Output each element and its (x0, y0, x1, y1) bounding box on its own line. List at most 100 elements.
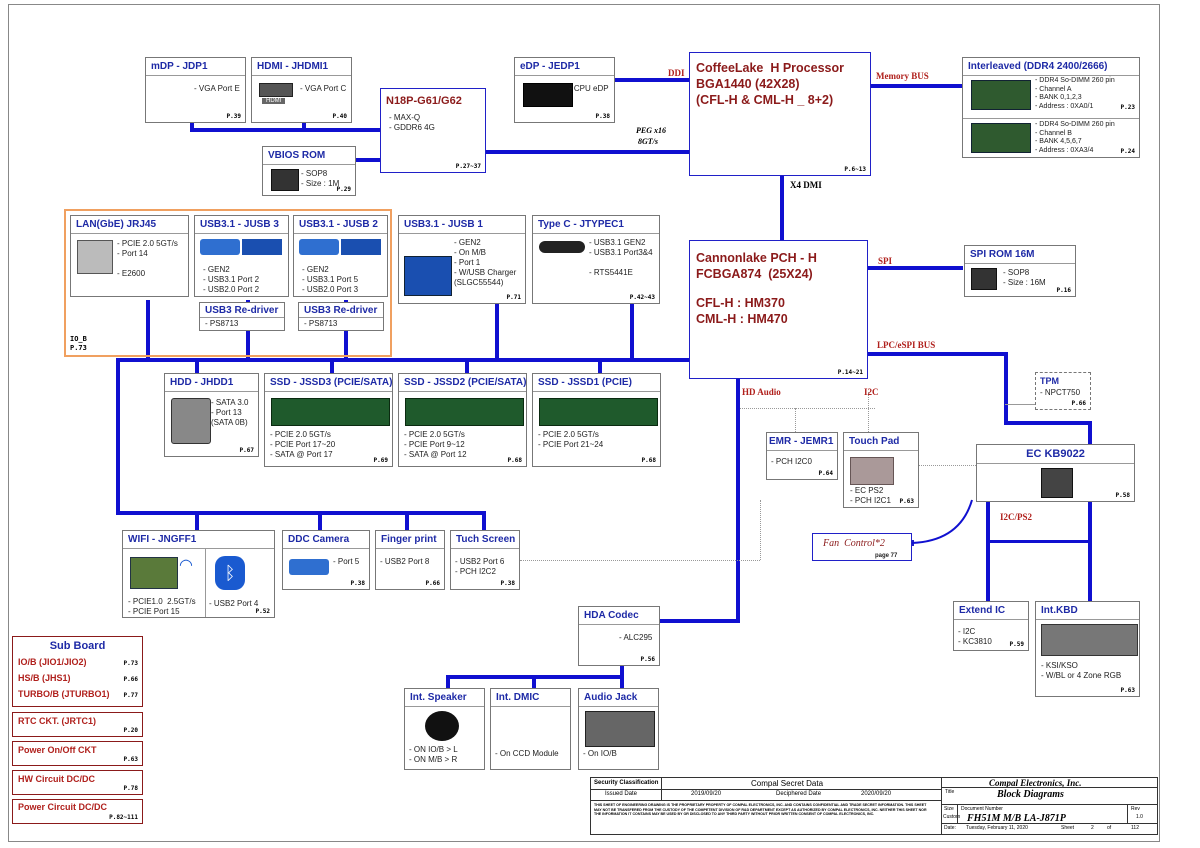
power-on-title: Power On/Off CKT (18, 745, 97, 755)
usb2-title: USB3.1 - JUSB 2 (294, 216, 387, 234)
redriver1-title: USB3 Re-driver (200, 303, 284, 318)
ec-page: P.58 (1115, 492, 1130, 499)
jack-box: Audio Jack - On IO/B (578, 688, 659, 770)
speaker-box: Int. Speaker - ON IO/B > L - ON M/B > R (404, 688, 485, 770)
audio-jack-icon (585, 711, 655, 747)
tuch-text: - USB2 Port 6 - PCH I2C2 (455, 557, 505, 576)
ddr-divider (963, 118, 1139, 119)
emr-box: EMR - JEMR1 - PCH I2C0 P.64 (766, 432, 838, 480)
wire-lpc (867, 352, 1007, 356)
dmic-text: - On CCD Module (495, 749, 559, 758)
dash-tuch-v (760, 500, 761, 560)
edp-box: eDP - JEDP1 - CPU eDP P.38 (514, 57, 615, 123)
ddc-usb-icon (289, 559, 329, 575)
ddr-b-text: - DDR4 So-DIMM 260 pin - Channel B - BAN… (1035, 121, 1115, 154)
lan-title: LAN(GbE) JRJ45 (71, 216, 188, 234)
label-peg: PEG x16 (636, 126, 666, 135)
ddc-box: DDC Camera - Port 5 P.38 (282, 530, 370, 590)
hdmi-connector-icon (259, 83, 293, 97)
wifi-box: WIFI - JNGFF1 ◠ ᛒ - PCIE1.0 2.5GT/s - PC… (122, 530, 275, 618)
emr-title: EMR - JEMR1 (767, 433, 837, 451)
tb-docnum-label: Document Number (961, 806, 1003, 812)
wire-spi (867, 266, 963, 270)
dash-i2c (868, 392, 869, 432)
wire-vbios (356, 158, 380, 162)
ssd3-box: SSD - JSSD3 (PCIE/SATA) - PCIE 2.0 5GT/s… (264, 373, 393, 467)
usb1-title: USB3.1 - JUSB 1 (399, 216, 525, 234)
ec-chip-icon (1041, 468, 1073, 498)
dimm-a-icon (971, 80, 1031, 110)
tb-title-label: Title (945, 789, 955, 795)
power-circuit-box: Power Circuit DC/DC P.82~111 (12, 799, 143, 824)
wire-typec (630, 304, 634, 360)
usb3-logo-icon (200, 239, 240, 255)
spirom-box: SPI ROM 16M - SOP8 - Size : 16M P.16 (964, 245, 1076, 297)
typec-box: Type C - JTYPEC1 - USB3.1 GEN2 - USB3.1 … (532, 215, 660, 304)
ddc-page: P.38 (350, 580, 365, 587)
kbd-page: P.63 (1120, 687, 1135, 694)
wire-ssd2 (465, 358, 469, 374)
gpu-title: N18P-G61/G62 (386, 95, 462, 107)
wifi-page: P.52 (255, 608, 270, 615)
pch-box: Cannonlake PCH - H FCBGA874 (25X24) CFL-… (689, 240, 868, 379)
finger-text: - USB2 Port 8 (380, 557, 430, 566)
wire-ec-kbd (1088, 502, 1092, 602)
ssd2-text: - PCIE 2.0 5GT/s - PCIE Port 9~12 - SATA… (404, 430, 467, 459)
wire-usb-bus (116, 358, 691, 362)
redriver1-text: - PS8713 (205, 319, 239, 328)
fan-page: page 77 (875, 553, 898, 559)
title-block: Security Classification Compal Secret Da… (590, 777, 1158, 835)
hda-title: HDA Codec (579, 607, 659, 625)
tb-rev-label: Rev (1131, 806, 1140, 812)
wifi-text: - PCIE1.0 2.5GT/s - PCIE Port 15 (128, 597, 196, 616)
tb-vline-2 (661, 778, 662, 800)
wire-wifi (195, 511, 199, 531)
subboard-row-2: HS/B (JHS1) (18, 673, 71, 683)
hw-circuit-box: HW Circuit DC/DC P.78 (12, 770, 143, 795)
spirom-text: - SOP8 - Size : 16M (1003, 268, 1046, 287)
finger-title: Finger print (376, 531, 444, 549)
touchpad-text: - EC PS2 - PCH I2C1 (850, 486, 891, 505)
hdmi-title: HDMI - JHDMI1 (252, 58, 351, 76)
speaker-icon (425, 711, 459, 741)
dmic-title: Int. DMIC (491, 689, 570, 707)
tb-line-1 (591, 789, 941, 790)
tuch-page: P.38 (500, 580, 515, 587)
tuch-title: Tuch Screen (451, 531, 519, 549)
wire-ec-h (986, 540, 1092, 543)
hw-circuit-page: P.78 (123, 785, 138, 792)
typec-port-icon (539, 241, 585, 253)
tb-of: of (1107, 825, 1112, 831)
ssd3-title: SSD - JSSD3 (PCIE/SATA) (265, 374, 392, 392)
wifi-card-icon (130, 557, 178, 589)
ddr-a-text: - DDR4 So-DIMM 260 pin - Channel A - BAN… (1035, 77, 1115, 110)
tb-vline-1 (941, 778, 942, 834)
dash-emr (795, 408, 875, 409)
hdd-text: - SATA 3.0 - Port 13 (SATA 0B) (211, 398, 249, 427)
typec-page: P.42~43 (629, 294, 655, 301)
spirom-chip-icon (971, 268, 997, 290)
wire-ddc (318, 511, 322, 531)
vbios-text: - SOP8 - Size : 1M (301, 169, 340, 188)
tb-deciphered-label: Deciphered Date (776, 791, 822, 797)
ddr-b-page: P.24 (1120, 148, 1135, 155)
cpu-title: CoffeeLake H Processor BGA1440 (42X28) (… (696, 61, 844, 107)
wire-spk (446, 675, 450, 689)
rtc-box: RTC CKT. (JRTC1) P.20 (12, 712, 143, 737)
hdmi-box: HDMI - JHDMI1 HDMI - VGA Port C P.40 (251, 57, 352, 123)
spirom-page: P.16 (1056, 287, 1071, 294)
redriver2-box: USB3 Re-driver - PS8713 (298, 302, 384, 331)
tb-line-4 (941, 804, 1157, 805)
jack-text: - On IO/B (583, 749, 617, 758)
ssd2-page: P.68 (507, 457, 522, 464)
power-circuit-page: P.82~111 (109, 814, 138, 821)
dash-tp-ec (918, 465, 978, 466)
wire-gpu-hdmi (190, 128, 380, 132)
dash-hdaud (740, 408, 795, 409)
wire-mdp-down (190, 122, 194, 132)
wire-tpm (1005, 404, 1035, 405)
wire-peg (486, 150, 689, 154)
typec-text: - USB3.1 GEN2 - USB3.1 Port3&4 - RTS5441… (589, 238, 653, 277)
wire-ec-extend (986, 502, 990, 602)
label-ddi: DDI (668, 68, 685, 78)
